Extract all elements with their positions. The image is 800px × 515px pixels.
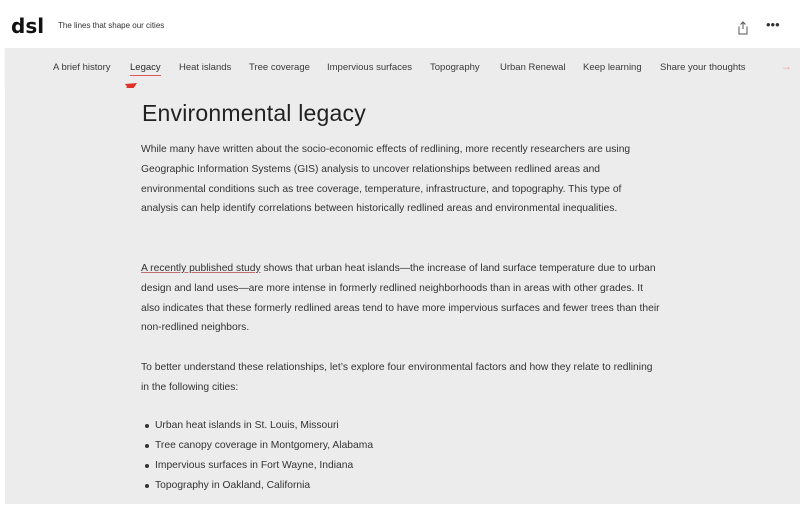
more-options-icon[interactable]: •••	[766, 17, 780, 32]
nav-item-share-your-thoughts[interactable]: Share your thoughts	[660, 62, 746, 73]
nav-item-heat-islands[interactable]: Heat islands	[179, 62, 231, 73]
top-bar: dsl The lines that shape our cities •••	[0, 0, 800, 48]
cities-list: Urban heat islands in St. Louis, Missour…	[141, 416, 373, 496]
explore-paragraph: To better understand these relationships…	[141, 362, 653, 393]
nav-item-impervious-surfaces[interactable]: Impervious surfaces	[327, 62, 412, 73]
nav-item-tree-coverage[interactable]: Tree coverage	[249, 62, 310, 73]
share-icon[interactable]	[737, 21, 749, 35]
list-item: Impervious surfaces in Fort Wayne, India…	[141, 456, 373, 476]
list-item: Tree canopy coverage in Montgomery, Alab…	[141, 436, 373, 456]
published-study-link[interactable]: A recently published study	[141, 263, 261, 274]
article-content: Environmental legacy While many have wri…	[5, 88, 800, 504]
list-item: Urban heat islands in St. Louis, Missour…	[141, 416, 373, 436]
study-paragraph: A recently published study shows that ur…	[141, 259, 661, 338]
nav-item-topography[interactable]: Topography	[430, 62, 480, 73]
page-title: Environmental legacy	[142, 100, 366, 126]
intro-paragraph: While many have written about the socio-…	[141, 144, 631, 215]
nav-item-urban-renewal[interactable]: Urban Renewal	[500, 62, 565, 73]
list-item: Topography in Oakland, California	[141, 476, 373, 496]
nav-item-keep-learning[interactable]: Keep learning	[583, 62, 642, 73]
nav-item-brief-history[interactable]: A brief history	[53, 62, 111, 73]
nav-next-arrow-icon[interactable]: →	[780, 59, 792, 73]
nav-item-legacy[interactable]: Legacy	[130, 62, 161, 76]
site-logo[interactable]: dsl	[11, 14, 44, 38]
site-tagline: The lines that shape our cities	[58, 21, 165, 30]
